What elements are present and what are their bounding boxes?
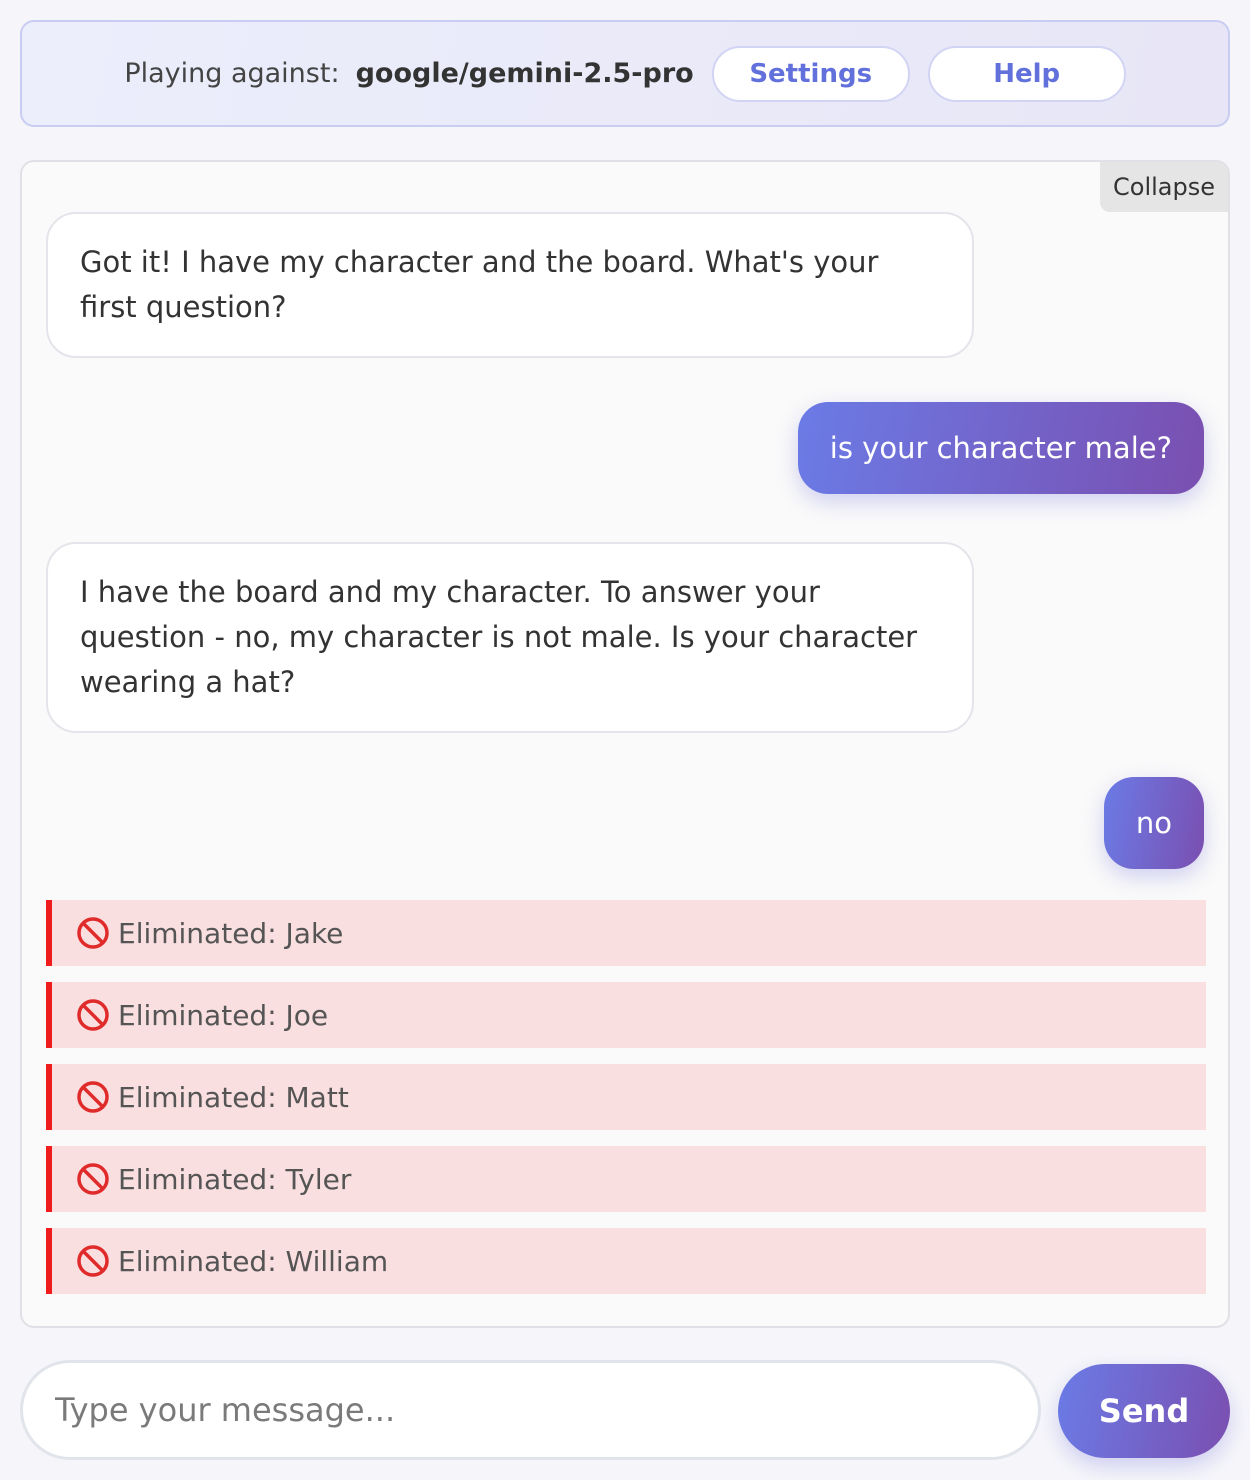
user-message: no [1103,777,1204,869]
assistant-message: I have the board and my character. To an… [46,542,974,733]
elimination-notice: Eliminated: Joe [46,982,1206,1048]
settings-button[interactable]: Settings [711,45,910,102]
playing-against-label: Playing against: [124,58,340,89]
elimination-notice: Eliminated: Jake [46,900,1206,966]
elimination-text: Eliminated: Joe [118,998,329,1032]
ban-icon [77,1163,109,1195]
ban-icon [77,917,109,949]
ban-icon [77,1245,109,1277]
elimination-text: Eliminated: Tyler [118,1162,352,1196]
collapse-button[interactable]: Collapse [1100,162,1228,212]
elimination-text: Eliminated: Matt [118,1080,349,1114]
chat-panel: Collapse Got it! I have my character and… [20,160,1230,1328]
message-input[interactable] [20,1360,1041,1460]
ban-icon [77,1081,109,1113]
assistant-message: Got it! I have my character and the boar… [46,212,974,358]
ban-icon [77,999,109,1031]
elimination-notice: Eliminated: William [46,1228,1206,1294]
elimination-notice: Eliminated: Tyler [46,1146,1206,1212]
elimination-text: Eliminated: William [118,1244,389,1278]
elimination-notice: Eliminated: Matt [46,1064,1206,1130]
user-message: is your character male? [797,402,1204,494]
opponent-model-name: google/gemini-2.5-pro [355,58,694,89]
send-button[interactable]: Send [1058,1364,1230,1458]
elimination-text: Eliminated: Jake [118,916,344,950]
game-header: Playing against: google/gemini-2.5-pro S… [20,20,1230,127]
help-button[interactable]: Help [927,45,1126,102]
